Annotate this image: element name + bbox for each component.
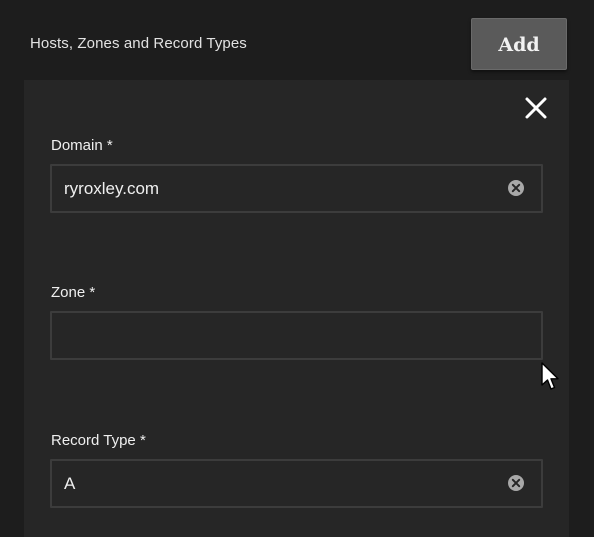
domain-label: Domain * [51,137,113,154]
domain-field[interactable]: ryroxley.com [50,164,543,213]
add-button[interactable]: Add [471,18,567,70]
clear-circle-icon [508,180,524,196]
record-type-label: Record Type * [51,432,146,449]
record-type-value: A [64,474,76,493]
record-type-field[interactable]: A [50,459,543,508]
record-type-clear-icon[interactable] [507,474,525,492]
section-title: Hosts, Zones and Record Types [30,35,247,52]
clear-circle-icon [508,475,524,491]
mouse-pointer-graphic [541,362,559,390]
domain-clear-icon[interactable] [507,179,525,197]
mouse-pointer-icon [540,362,562,392]
header-bar: Hosts, Zones and Record Types Add [0,0,594,80]
close-icon[interactable] [523,95,549,121]
close-icon-graphic [525,97,547,119]
zone-field[interactable] [50,311,543,360]
zone-label: Zone * [51,284,96,301]
domain-value: ryroxley.com [64,179,160,198]
